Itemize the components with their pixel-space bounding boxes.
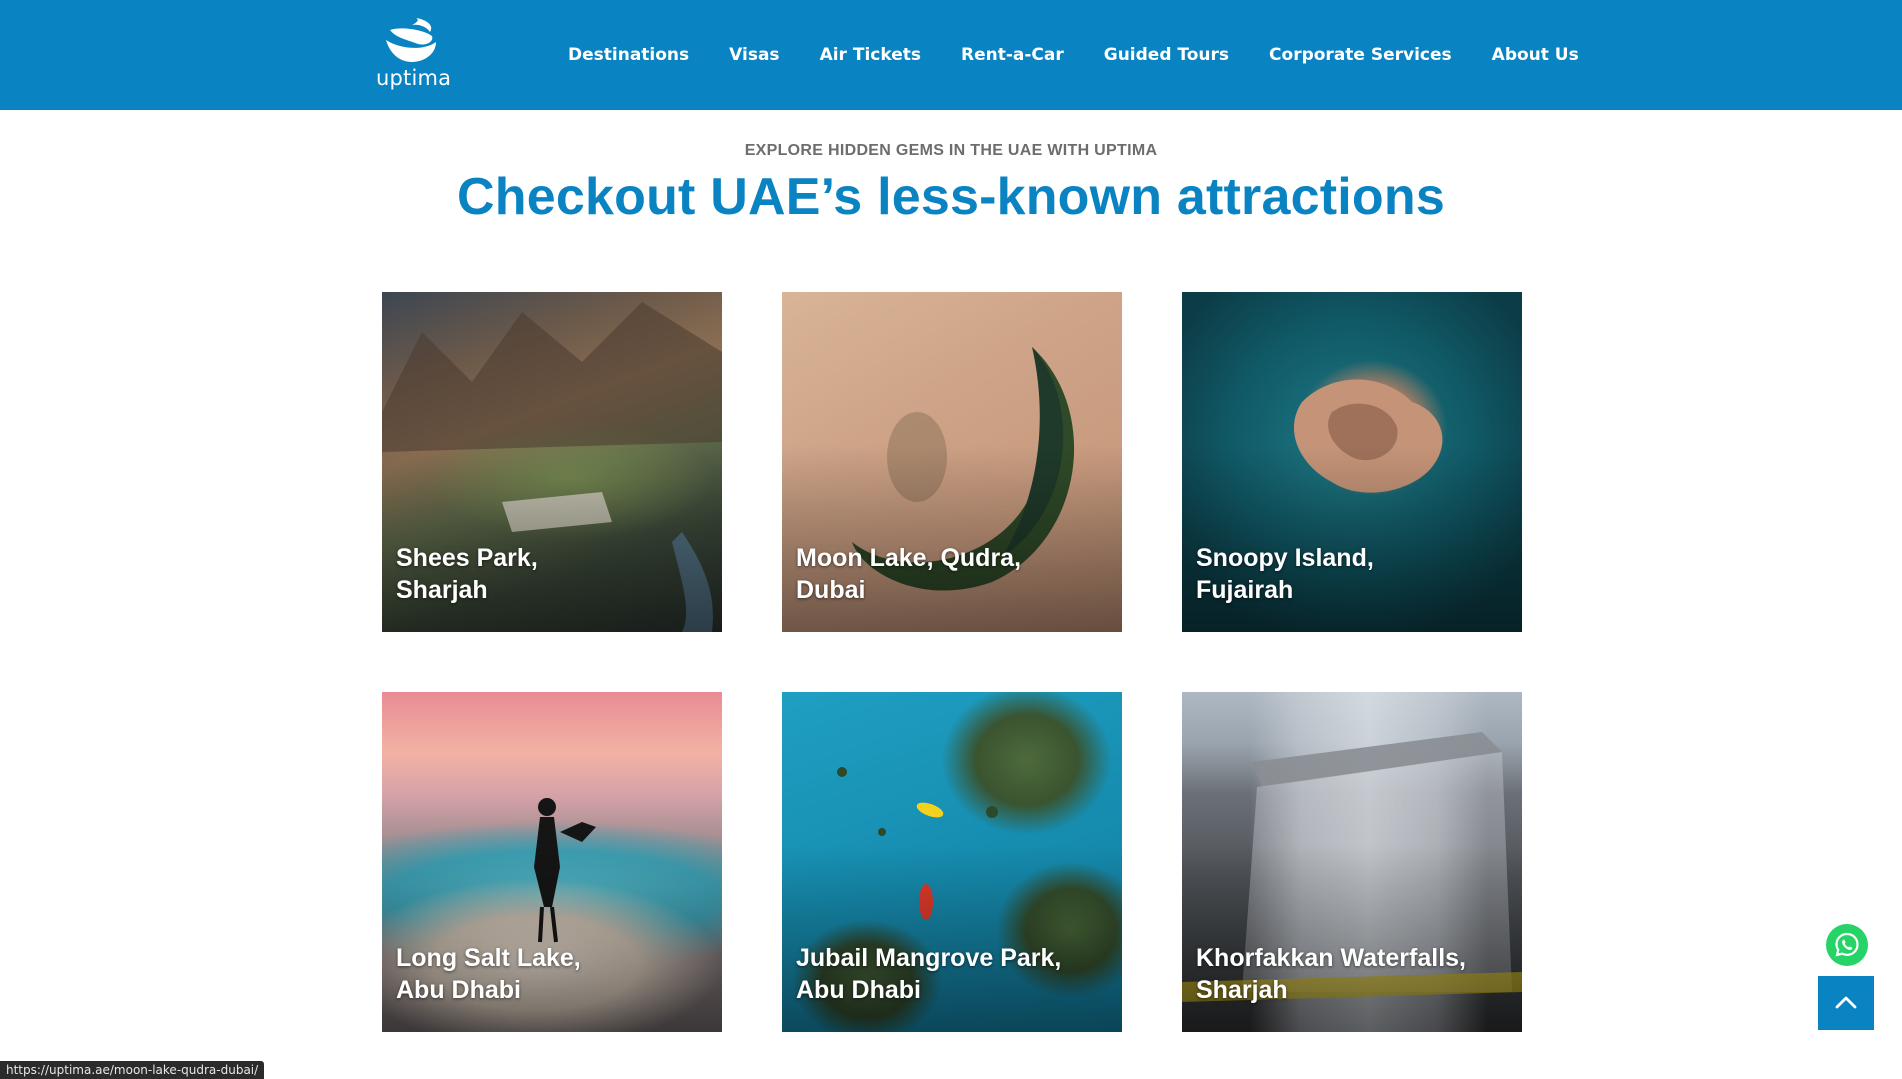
uptima-logo[interactable]: uptima xyxy=(370,16,460,92)
section-title: Checkout UAE’s less-known attractions xyxy=(457,168,1445,226)
status-bar-url: https://uptima.ae/moon-lake-qudra-dubai/ xyxy=(0,1061,265,1079)
attraction-card-jubail-mangrove[interactable]: Jubail Mangrove Park, Abu Dhabi xyxy=(782,692,1122,1032)
attraction-title: Snoopy Island, Fujairah xyxy=(1196,544,1374,604)
nav-destinations[interactable]: Destinations xyxy=(568,45,689,65)
back-to-top-button[interactable] xyxy=(1818,976,1874,1030)
attraction-card-shees-park[interactable]: Shees Park, Sharjah xyxy=(382,292,722,632)
globe-swoosh-icon xyxy=(386,18,436,62)
main-nav: Destinations Visas Air Tickets Rent-a-Ca… xyxy=(568,0,1619,110)
site-header: uptima Destinations Visas Air Tickets Re… xyxy=(0,0,1902,110)
nav-air-tickets[interactable]: Air Tickets xyxy=(820,45,921,65)
attraction-card-khorfakkan-waterfalls[interactable]: Khorfakkan Waterfalls, Sharjah xyxy=(1182,692,1522,1032)
nav-about-us[interactable]: About Us xyxy=(1492,45,1579,65)
attraction-card-snoopy-island[interactable]: Snoopy Island, Fujairah xyxy=(1182,292,1522,632)
logo-wordmark: uptima xyxy=(376,66,452,90)
attraction-title: Khorfakkan Waterfalls, Sharjah xyxy=(1196,944,1466,1004)
attraction-title: Moon Lake, Qudra, Dubai xyxy=(796,544,1022,604)
attraction-card-long-salt-lake[interactable]: Long Salt Lake, Abu Dhabi xyxy=(382,692,722,1032)
chevron-up-icon xyxy=(1835,996,1857,1009)
attraction-card-moon-lake[interactable]: Moon Lake, Qudra, Dubai xyxy=(782,292,1122,632)
attraction-title: Long Salt Lake, Abu Dhabi xyxy=(396,944,581,1004)
nav-guided-tours[interactable]: Guided Tours xyxy=(1104,45,1229,65)
section-eyebrow: EXPLORE HIDDEN GEMS IN THE UAE WITH UPTI… xyxy=(744,142,1158,159)
whatsapp-icon xyxy=(1835,932,1859,957)
attraction-title: Jubail Mangrove Park, Abu Dhabi xyxy=(796,944,1062,1004)
nav-rent-a-car[interactable]: Rent-a-Car xyxy=(961,45,1064,65)
nav-corporate-services[interactable]: Corporate Services xyxy=(1269,45,1452,65)
nav-visas[interactable]: Visas xyxy=(729,45,779,65)
whatsapp-button[interactable] xyxy=(1826,924,1868,966)
attraction-title: Shees Park, Sharjah xyxy=(396,544,538,604)
